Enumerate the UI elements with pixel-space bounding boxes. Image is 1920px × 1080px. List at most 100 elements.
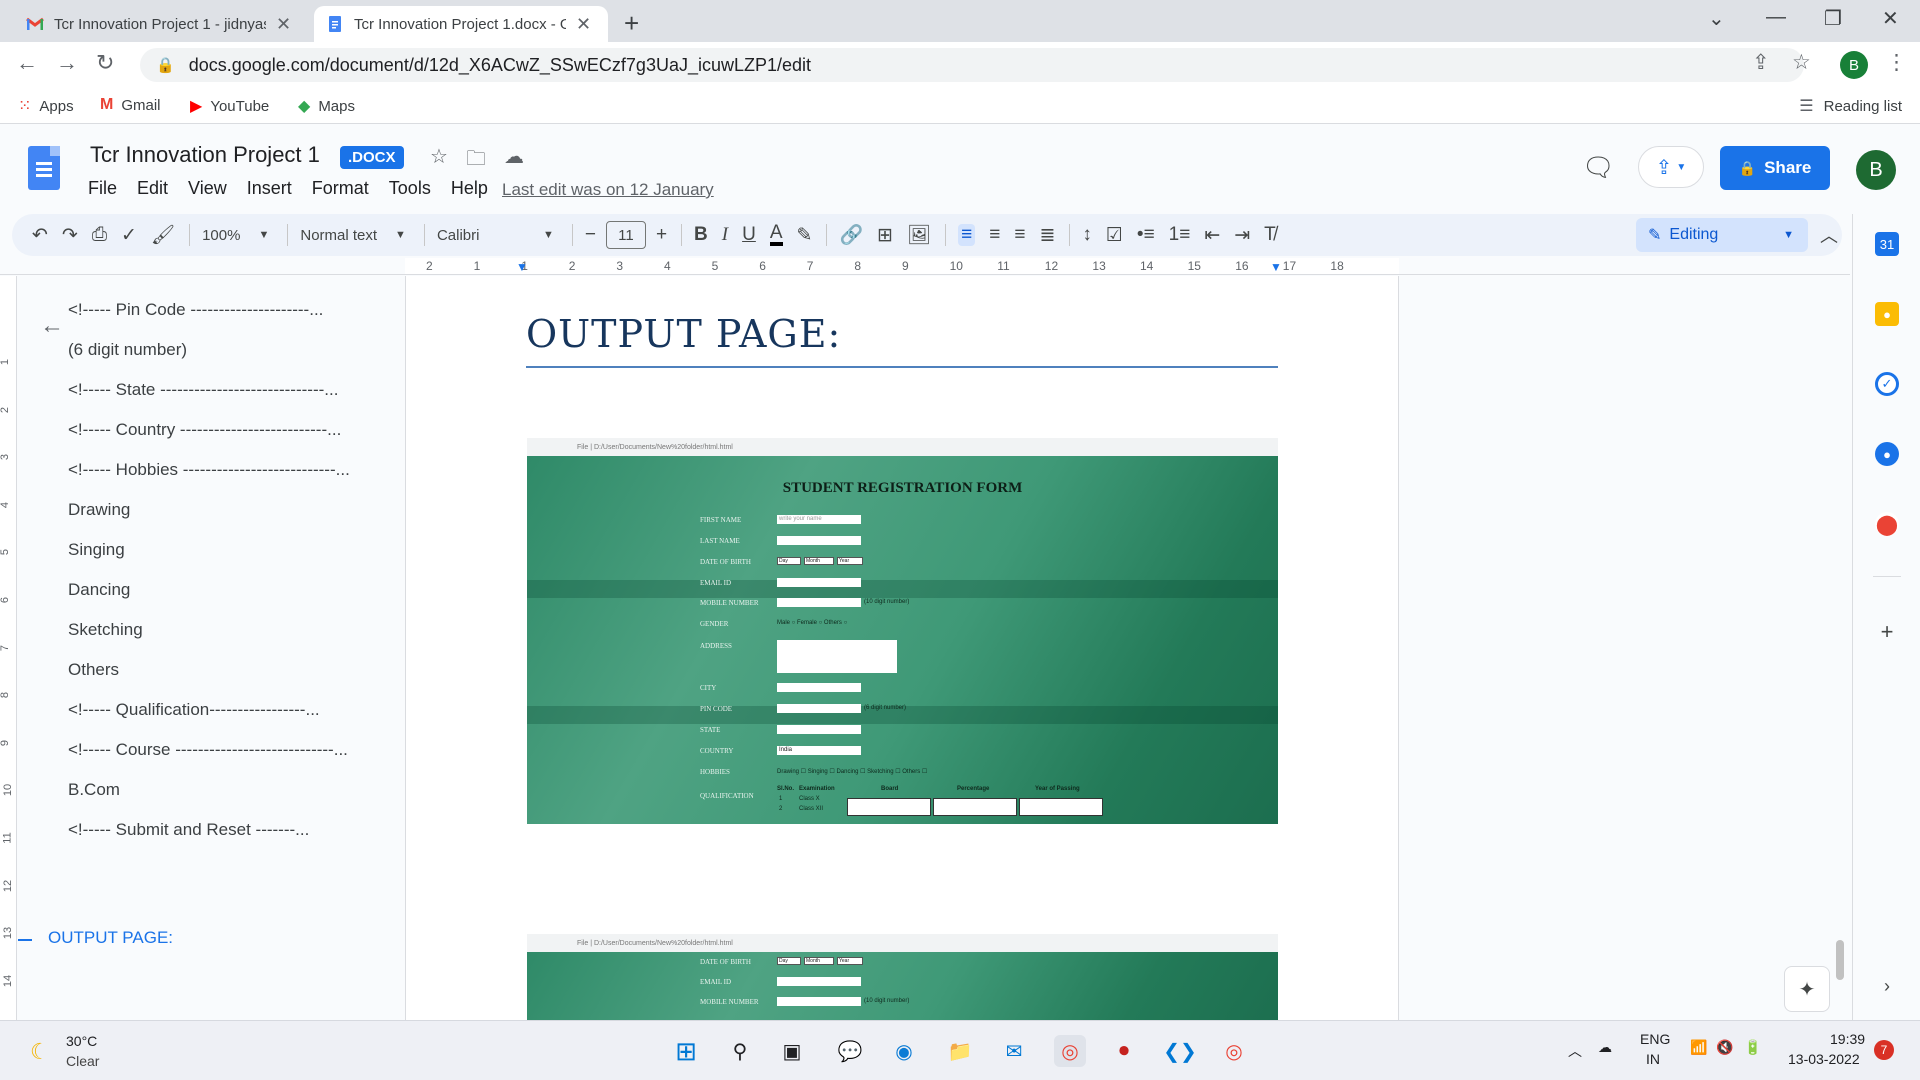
outline-item[interactable]: Dancing — [68, 580, 130, 600]
close-tab-icon[interactable]: ✕ — [276, 14, 291, 35]
decrease-indent-icon[interactable]: ⇤ — [1204, 224, 1220, 247]
windows-start-icon[interactable]: ⊞ — [670, 1035, 702, 1067]
menu-file[interactable]: File — [88, 178, 117, 199]
align-left-icon[interactable]: ≡ — [958, 224, 976, 246]
vertical-ruler[interactable]: 123456789101112131415 — [0, 276, 17, 1035]
outline-item-active[interactable]: OUTPUT PAGE: — [48, 928, 173, 948]
menu-view[interactable]: View — [188, 178, 227, 199]
menu-help[interactable]: Help — [451, 178, 488, 199]
outline-item[interactable]: Others — [68, 660, 119, 680]
outline-item[interactable]: <!----- Qualification-----------------..… — [68, 700, 320, 720]
browser-profile-avatar[interactable]: B — [1840, 51, 1868, 79]
editing-mode-select[interactable]: ✎ Editing ▼ — [1636, 218, 1808, 252]
embedded-screenshot-form[interactable]: File | D:/User/Documents/New%20folder/ht… — [527, 438, 1278, 824]
browser-menu-icon[interactable]: ⋮ — [1886, 50, 1907, 75]
share-button[interactable]: 🔒 Share — [1720, 146, 1830, 190]
wifi-icon[interactable]: 📶 — [1690, 1039, 1707, 1056]
clock-time[interactable]: 19:39 — [1830, 1031, 1865, 1047]
reading-list-button[interactable]: ☰ Reading list — [1799, 96, 1902, 116]
chrome-icon[interactable]: ◎ — [1054, 1035, 1086, 1067]
insert-image-icon[interactable]: 🖼 — [907, 223, 931, 247]
file-explorer-icon[interactable]: 📁 — [944, 1035, 976, 1067]
bookmark-youtube[interactable]: ▶ YouTube — [190, 96, 269, 116]
bookmark-apps[interactable]: ⁙ Apps — [18, 96, 74, 116]
minimize-icon[interactable]: — — [1766, 6, 1786, 29]
outline-item[interactable]: Singing — [68, 540, 125, 560]
bookmark-gmail[interactable]: M Gmail — [100, 96, 161, 114]
share-page-icon[interactable]: ⇪ — [1752, 50, 1770, 75]
browser-tab-docs[interactable]: Tcr Innovation Project 1.docx - Google D… — [314, 6, 608, 42]
cloud-status-icon[interactable]: ☁ — [504, 144, 524, 169]
chrome-profile-icon[interactable]: ◎ — [1218, 1035, 1250, 1067]
weather-temperature[interactable]: 30°C — [66, 1033, 97, 1049]
line-spacing-icon[interactable]: ↕ — [1082, 224, 1092, 246]
docs-logo-icon[interactable] — [28, 146, 60, 190]
new-tab-plus-icon[interactable]: + — [624, 8, 639, 39]
close-tab-icon[interactable]: ✕ — [576, 14, 591, 35]
outline-item[interactable]: B.Com — [68, 780, 120, 800]
back-arrow-icon[interactable]: ← — [16, 50, 38, 76]
document-title[interactable]: Tcr Innovation Project 1 — [90, 142, 320, 168]
notification-count-badge[interactable]: 7 — [1874, 1040, 1894, 1060]
volume-muted-icon[interactable]: 🔇 — [1716, 1039, 1733, 1056]
teams-chat-icon[interactable]: 💬 — [834, 1035, 866, 1067]
document-scrollbar-thumb[interactable] — [1836, 940, 1844, 980]
outline-item[interactable]: <!----- Hobbies ------------------------… — [68, 460, 350, 480]
menu-insert[interactable]: Insert — [247, 178, 292, 199]
last-edit-link[interactable]: Last edit was on 12 January — [502, 180, 714, 200]
menu-tools[interactable]: Tools — [389, 178, 431, 199]
present-button[interactable]: ⇪ ▼ — [1638, 146, 1704, 188]
get-addons-plus-icon[interactable]: + — [1875, 619, 1899, 644]
comment-history-icon[interactable]: 🗨 — [1582, 152, 1615, 183]
decrease-font-size-icon[interactable]: − — [585, 224, 596, 246]
contacts-icon[interactable]: ● — [1875, 442, 1899, 466]
outline-item[interactable]: Sketching — [68, 620, 143, 640]
outline-item[interactable]: <!----- Course -------------------------… — [68, 740, 348, 760]
edge-icon[interactable]: ◉ — [888, 1035, 920, 1067]
keep-icon[interactable]: ● — [1875, 302, 1899, 326]
clock-date[interactable]: 13-03-2022 — [1788, 1051, 1860, 1067]
battery-icon[interactable]: 🔋 — [1744, 1039, 1761, 1056]
redo-icon[interactable]: ↷ — [62, 224, 78, 247]
task-view-icon[interactable]: ▣ — [776, 1035, 808, 1067]
text-color-icon[interactable]: A — [769, 223, 783, 246]
align-center-icon[interactable]: ≡ — [989, 224, 1000, 246]
move-folder-icon[interactable]: 🗀 — [466, 144, 486, 178]
embedded-screenshot-form-2[interactable]: File | D:/User/Documents/New%20folder/ht… — [527, 934, 1278, 1020]
insert-link-icon[interactable]: 🔗 — [839, 223, 863, 247]
left-indent-marker-icon[interactable]: ▼ — [516, 260, 528, 274]
outline-item[interactable]: <!----- Submit and Reset -------... — [68, 820, 309, 840]
checklist-icon[interactable]: ☑ — [1106, 224, 1123, 247]
browser-tab-gmail[interactable]: Tcr Innovation Project 1 - jidnyasa ✕ — [14, 6, 306, 42]
highlight-color-icon[interactable]: ✎ — [797, 224, 813, 247]
menu-format[interactable]: Format — [312, 178, 369, 199]
mail-icon[interactable]: ✉ — [998, 1035, 1030, 1067]
screen-recorder-icon[interactable]: ⏺ — [1108, 1035, 1140, 1067]
add-comment-icon[interactable]: ⊞ — [877, 224, 893, 247]
paint-format-icon[interactable]: 🖌 — [151, 223, 175, 247]
account-avatar[interactable]: B — [1856, 150, 1896, 190]
italic-icon[interactable]: I — [722, 224, 728, 246]
print-icon[interactable]: ⎙ — [92, 224, 107, 246]
address-bar[interactable]: 🔒 docs.google.com/document/d/12d_X6ACwZ_… — [140, 48, 1804, 82]
close-outline-arrow-icon[interactable]: ← — [40, 312, 64, 340]
forward-arrow-icon[interactable]: → — [56, 50, 78, 76]
maximize-icon[interactable]: ❐ — [1824, 6, 1842, 31]
zoom-select[interactable]: 100% ▼ — [202, 227, 269, 244]
bookmark-star-icon[interactable]: ☆ — [1792, 50, 1811, 75]
spellcheck-icon[interactable]: ✓ — [121, 224, 137, 247]
language-code[interactable]: ENG — [1640, 1031, 1670, 1047]
star-icon[interactable]: ☆ — [430, 144, 448, 169]
numbered-list-icon[interactable]: 1≡ — [1169, 224, 1191, 246]
calendar-icon[interactable]: 31 — [1875, 232, 1899, 256]
onedrive-cloud-icon[interactable]: ☁ — [1598, 1039, 1612, 1056]
vscode-icon[interactable]: ❮❯ — [1163, 1035, 1197, 1067]
maps-pin-icon[interactable]: ⬤ — [1875, 512, 1899, 536]
underline-icon[interactable]: U — [742, 224, 756, 246]
language-region[interactable]: IN — [1646, 1051, 1660, 1067]
close-window-icon[interactable]: ✕ — [1882, 6, 1899, 31]
show-side-panel-chevron-icon[interactable]: › — [1875, 974, 1899, 998]
outline-item[interactable]: <!----- State --------------------------… — [68, 380, 338, 400]
show-hidden-icons-chevron-icon[interactable]: ︿ — [1568, 1041, 1582, 1061]
horizontal-ruler[interactable]: 2 1 1 2 3 4 5 6 7 8 9 10 11 12 13 14 15 16 17 18 ▼ ▼ — [0, 258, 1850, 275]
